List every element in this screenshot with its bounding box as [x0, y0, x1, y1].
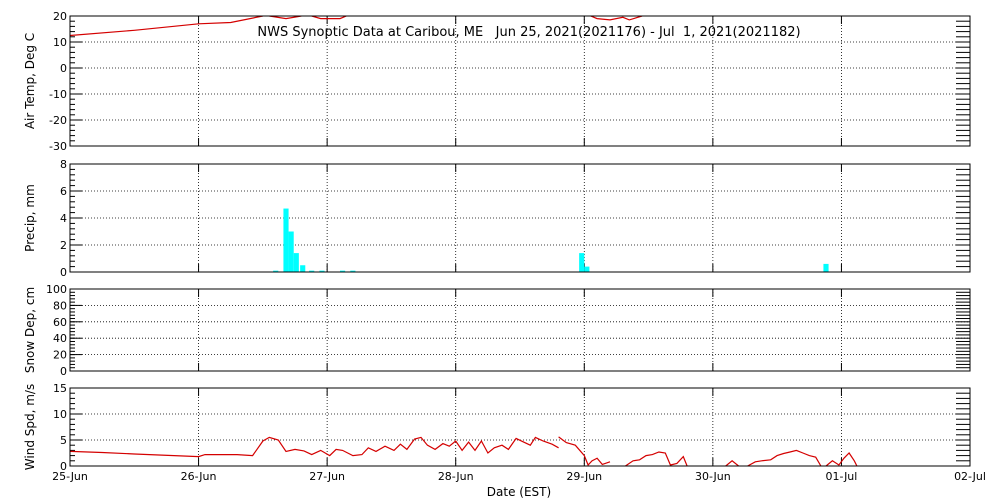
- y-tick-label: 0: [60, 365, 67, 378]
- precip-bar: [283, 208, 289, 272]
- panel-snow-depth: 100 80 60 40 20 0 Snow Dep, cm: [23, 283, 971, 378]
- y-tick-label: 0: [60, 62, 67, 75]
- chart-title: NWS Synoptic Data at Caribou, ME Jun 25,…: [257, 25, 800, 40]
- wind-speed-series-line: [725, 460, 739, 466]
- y-tick-label: 2: [60, 239, 67, 252]
- y-tick-label: 10: [53, 408, 67, 421]
- y-tick-label: -10: [49, 88, 67, 101]
- x-tick-label: 25-Jun: [52, 470, 88, 483]
- precip-bar: [823, 263, 829, 272]
- y-axis-title: Snow Dep, cm: [23, 287, 37, 373]
- panel-data: [70, 436, 858, 466]
- panel-frame: [69, 288, 971, 372]
- x-tick-label: 02-Jul: [954, 470, 986, 483]
- weather-chart: NWS Synoptic Data at Caribou, ME Jun 25,…: [23, 10, 986, 499]
- wind-speed-series-line: [70, 436, 559, 458]
- air-temp-series-line: [590, 16, 643, 21]
- wind-speed-series-line: [747, 449, 822, 466]
- precip-bar: [300, 265, 306, 272]
- precip-bar: [584, 266, 590, 272]
- y-tick-label: 20: [53, 10, 67, 23]
- x-tick-label: 28-Jun: [438, 470, 474, 483]
- y-tick-label: -20: [49, 114, 67, 127]
- y-tick-label: 6: [60, 185, 67, 198]
- y-tick-label: 60: [53, 316, 67, 329]
- y-tick-label: 20: [53, 349, 67, 362]
- panel-precip: 8 6 4 2 0 Precip, mm: [23, 158, 971, 279]
- panel-wind-speed: 151050Wind Spd, m/s: [23, 382, 971, 473]
- y-axis-title: Wind Spd, m/s: [23, 384, 37, 470]
- y-axis-title: Air Temp, Deg C: [23, 33, 37, 129]
- y-tick-label: 8: [60, 158, 67, 171]
- precip-bar: [293, 253, 299, 272]
- precip-bar: [288, 231, 294, 272]
- y-tick-label: 80: [53, 299, 67, 312]
- x-tick-label: 27-Jun: [309, 470, 345, 483]
- x-tick-label: 26-Jun: [181, 470, 217, 483]
- x-tick-label: 29-Jun: [566, 470, 602, 483]
- y-tick-label: 100: [46, 283, 67, 296]
- y-axis-title: Precip, mm: [23, 184, 37, 252]
- y-tick-label: 15: [53, 382, 67, 395]
- y-tick-label: 40: [53, 332, 67, 345]
- precip-bar: [579, 253, 585, 272]
- y-tick-label: 5: [60, 434, 67, 447]
- wind-speed-series-line: [625, 451, 688, 466]
- y-tick-label: 4: [60, 212, 67, 225]
- x-axis-title: Date (EST): [487, 485, 551, 499]
- x-tick-label: 01-Jul: [825, 470, 857, 483]
- y-tick-label: -30: [49, 140, 67, 153]
- y-tick-label: 0: [60, 266, 67, 279]
- x-tick-label: 30-Jun: [695, 470, 731, 483]
- air-temp-series-line: [70, 16, 264, 37]
- y-tick-label: 10: [53, 36, 67, 49]
